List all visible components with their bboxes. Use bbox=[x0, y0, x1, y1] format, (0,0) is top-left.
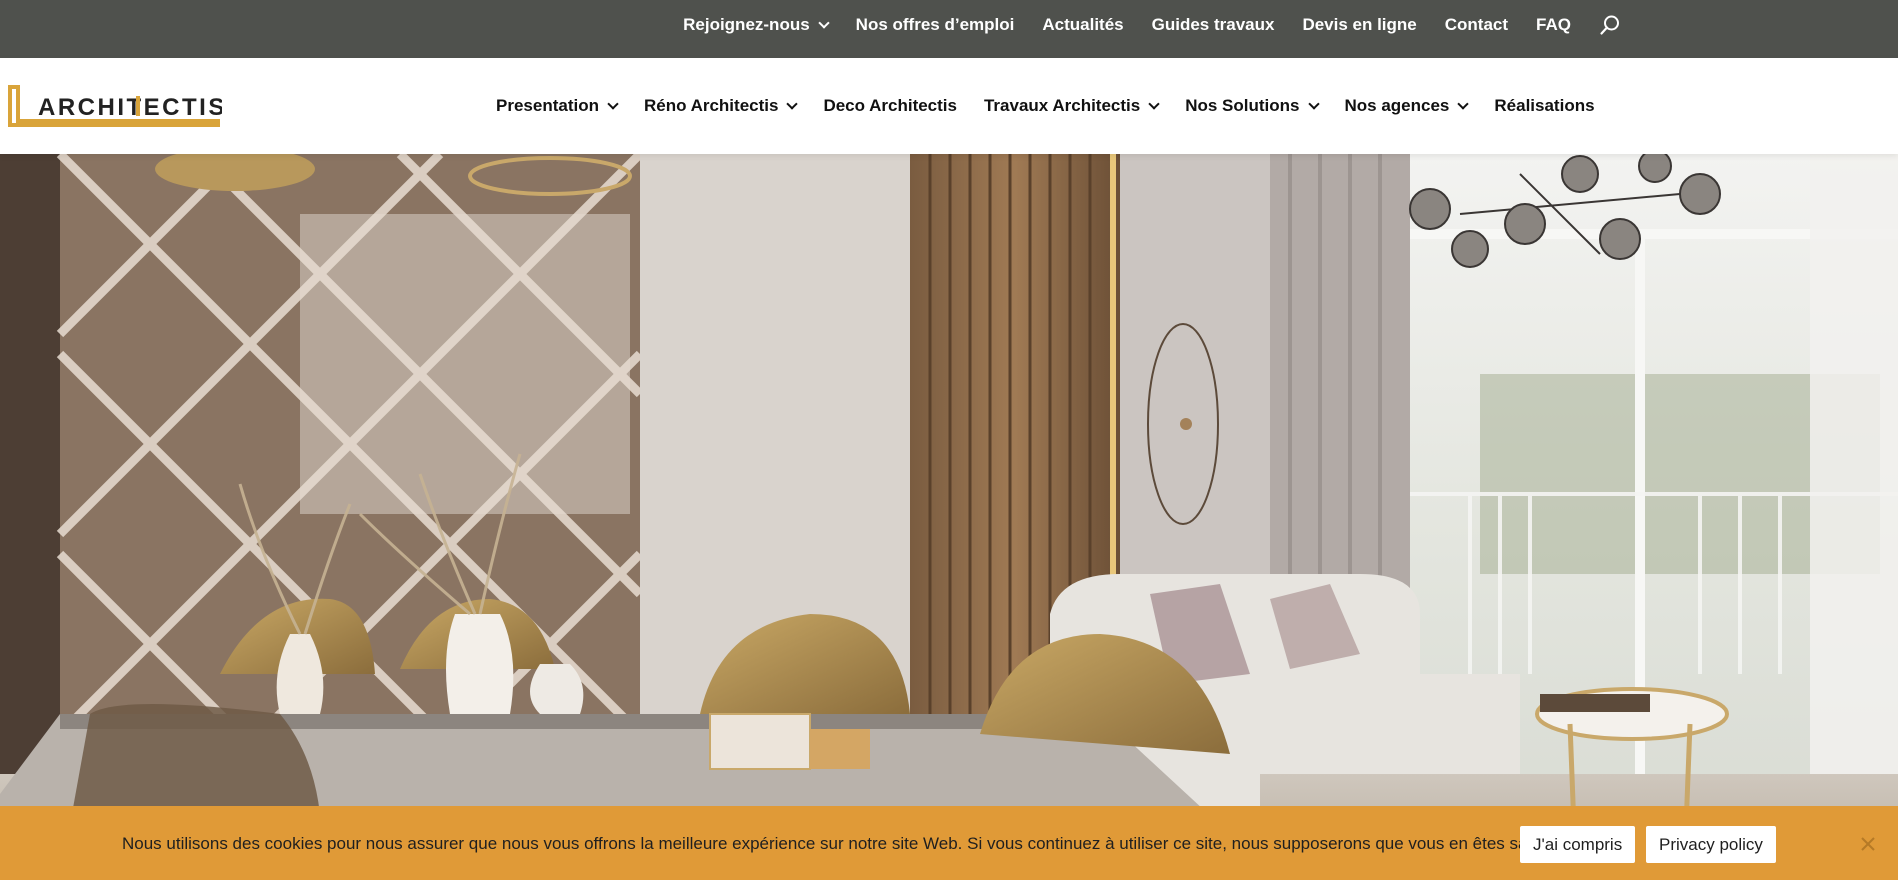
topnav-devis-en-ligne[interactable]: Devis en ligne bbox=[1302, 15, 1416, 35]
nav-label: Réalisations bbox=[1494, 96, 1595, 115]
site-logo[interactable]: ARCHITECTIS bbox=[6, 83, 224, 129]
main-nav: Presentation Réno Architectis Deco Archi… bbox=[496, 58, 1595, 154]
nav-realisations[interactable]: Réalisations bbox=[1494, 96, 1594, 116]
topnav-label: FAQ bbox=[1536, 15, 1571, 34]
chevron-down-icon bbox=[1148, 98, 1160, 110]
topnav-label: Contact bbox=[1444, 15, 1509, 34]
main-header: ARCHITECTIS Presentation Réno Architecti… bbox=[0, 58, 1898, 154]
nav-presentation[interactable]: Presentation bbox=[496, 96, 619, 116]
chevron-down-icon bbox=[607, 98, 619, 110]
topnav-label: Nos offres d’emploi bbox=[855, 15, 1015, 34]
nav-reno-architectis[interactable]: Réno Architectis bbox=[643, 96, 799, 116]
close-icon[interactable] bbox=[1860, 836, 1876, 852]
topnav-rejoignez-nous[interactable]: Rejoignez-nous bbox=[683, 15, 830, 35]
nav-travaux-architectis[interactable]: Travaux Architectis bbox=[983, 96, 1160, 116]
nav-label: Travaux Architectis bbox=[983, 96, 1141, 115]
logo-text: ARCHITECTIS bbox=[38, 94, 222, 121]
topnav-actualites[interactable]: Actualités bbox=[1042, 15, 1123, 35]
hero-interior-illustration bbox=[0, 154, 1898, 880]
cookie-message: Nous utilisons des cookies pour nous ass… bbox=[122, 834, 1572, 853]
nav-label: Presentation bbox=[496, 96, 599, 115]
nav-label: Réno Architectis bbox=[643, 96, 779, 115]
topnav-label: Rejoignez-nous bbox=[683, 15, 810, 34]
topnav-contact[interactable]: Contact bbox=[1445, 15, 1508, 35]
nav-nos-agences[interactable]: Nos agences bbox=[1344, 96, 1470, 116]
nav-label: Deco Architectis bbox=[823, 96, 957, 115]
chevron-down-icon bbox=[818, 17, 830, 29]
privacy-policy-button[interactable]: Privacy policy bbox=[1646, 826, 1776, 863]
nav-nos-solutions[interactable]: Nos Solutions bbox=[1185, 96, 1320, 116]
hero-image bbox=[0, 154, 1898, 880]
nav-deco-architectis[interactable]: Deco Architectis bbox=[823, 96, 957, 116]
chevron-down-icon bbox=[1307, 98, 1320, 110]
chevron-down-icon bbox=[1457, 98, 1470, 110]
topnav-guides-travaux[interactable]: Guides travaux bbox=[1152, 15, 1275, 35]
architectis-logo: ARCHITECTIS bbox=[8, 85, 224, 127]
nav-label: Nos agences bbox=[1344, 96, 1450, 115]
topnav-label: Actualités bbox=[1042, 15, 1124, 34]
chevron-down-icon bbox=[786, 98, 799, 110]
cookie-accept-button[interactable]: J'ai compris bbox=[1520, 826, 1636, 863]
search-icon[interactable] bbox=[1599, 14, 1621, 36]
topnav-faq[interactable]: FAQ bbox=[1536, 15, 1571, 35]
topnav-offres-emploi[interactable]: Nos offres d’emploi bbox=[856, 15, 1015, 35]
nav-label: Nos Solutions bbox=[1185, 96, 1300, 115]
top-utility-bar: Rejoignez-nous Nos offres d’emploi Actua… bbox=[0, 0, 1898, 58]
cookie-banner: Nous utilisons des cookies pour nous ass… bbox=[0, 806, 1898, 880]
topnav-label: Devis en ligne bbox=[1302, 15, 1417, 34]
top-nav: Rejoignez-nous Nos offres d’emploi Actua… bbox=[683, 0, 1621, 50]
topnav-label: Guides travaux bbox=[1151, 15, 1275, 34]
